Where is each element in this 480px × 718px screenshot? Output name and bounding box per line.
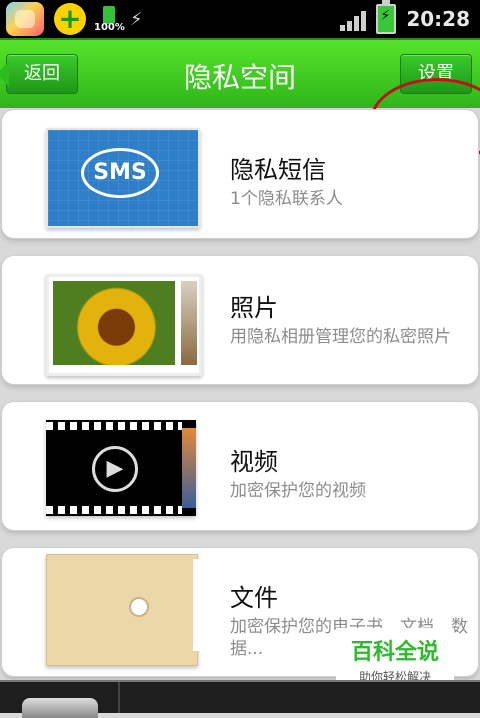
- item-desc: 1个隐私联系人: [230, 189, 343, 209]
- battery-saver-icon: 100%: [94, 4, 125, 34]
- notification-icons: + 100% ⚡: [6, 2, 143, 36]
- play-icon: ▶: [92, 446, 138, 492]
- system-indicators: ⚡ 20:28: [340, 0, 470, 38]
- list-item-sms[interactable]: SMS 隐私短信 1个隐私联系人: [2, 110, 478, 238]
- sms-thumbnail: SMS: [46, 128, 200, 228]
- sms-icon: SMS: [81, 148, 159, 198]
- video-thumbnail: ▶: [46, 420, 196, 516]
- item-title: 隐私短信: [230, 156, 326, 184]
- dock-icon[interactable]: [22, 698, 98, 718]
- watermark: 百科全说 助你轻松解决: [336, 628, 454, 686]
- status-bar: + 100% ⚡ ⚡ 20:28: [0, 0, 480, 38]
- usb-icon: ⚡: [130, 8, 143, 30]
- app-store-icon: [6, 2, 44, 36]
- battery-percent-text: 100%: [94, 22, 125, 33]
- list-item-videos[interactable]: ▶ 视频 加密保护您的视频: [2, 402, 478, 530]
- item-title: 视频: [230, 448, 278, 476]
- file-thumbnail: [46, 554, 205, 666]
- list-item-photos[interactable]: 照片 用隐私相册管理您的私密照片: [2, 256, 478, 384]
- item-desc: 用隐私相册管理您的私密照片: [230, 327, 451, 347]
- item-desc: 加密保护您的视频: [230, 481, 366, 501]
- settings-button[interactable]: 设置: [400, 54, 472, 94]
- clock: 20:28: [406, 7, 470, 31]
- item-title: 文件: [230, 584, 278, 612]
- signal-icon: [340, 7, 367, 31]
- privacy-list: SMS 隐私短信 1个隐私联系人 照片 用隐私相册管理您的私密照片 ▶ 视频 加…: [0, 110, 480, 694]
- photo-thumbnail: [46, 274, 202, 376]
- security-plus-icon: +: [54, 3, 86, 35]
- battery-charging-icon: ⚡: [376, 0, 397, 34]
- envelope-clasp-icon: [129, 597, 149, 617]
- item-title: 照片: [230, 294, 278, 322]
- watermark-title: 百科全说: [350, 640, 439, 665]
- app-header: 返回 隐私空间 设置: [0, 38, 480, 164]
- bottom-dock: [0, 680, 480, 718]
- dock-divider: [118, 682, 120, 713]
- sunflower-image: [53, 281, 175, 365]
